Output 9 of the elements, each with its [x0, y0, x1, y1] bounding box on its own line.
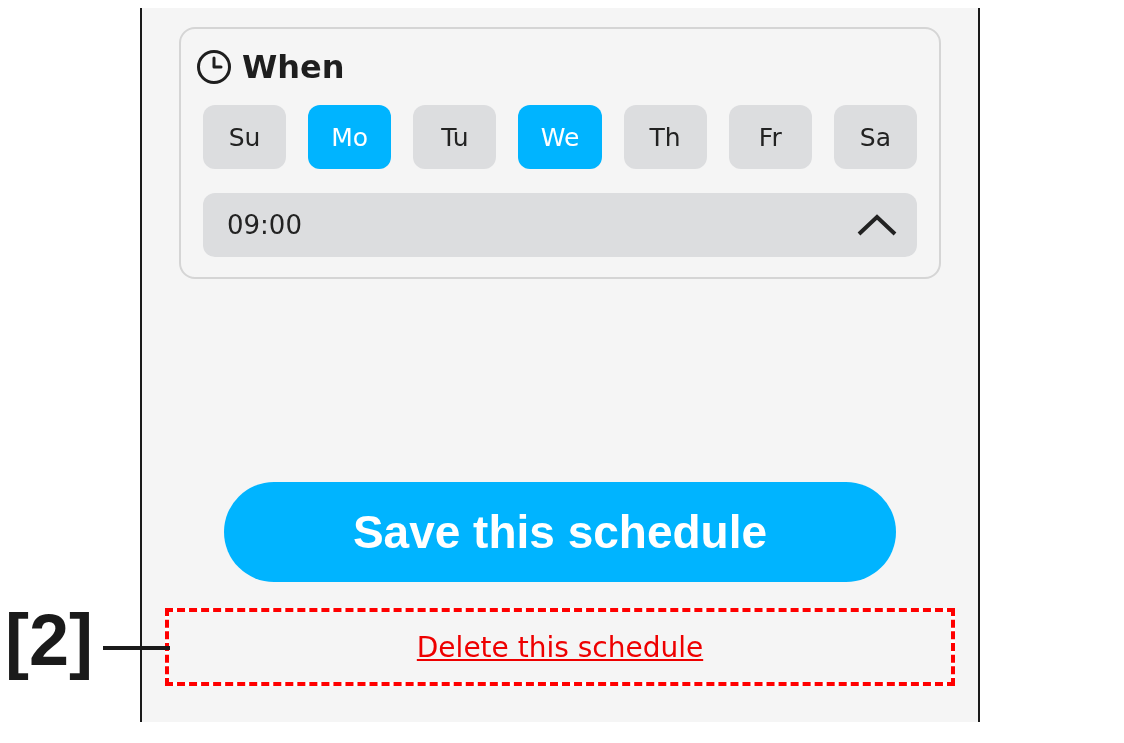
- day-toggle[interactable]: Th: [623, 105, 707, 169]
- delete-link[interactable]: Delete this schedule: [416, 630, 704, 664]
- day-toggle[interactable]: Su: [203, 105, 287, 169]
- time-select[interactable]: 09:00: [203, 193, 917, 257]
- day-toggle[interactable]: Sa: [833, 105, 917, 169]
- day-toggle[interactable]: Fr: [728, 105, 812, 169]
- section-title: When: [242, 49, 345, 85]
- day-toggle[interactable]: Tu: [413, 105, 497, 169]
- clock-icon: [197, 50, 231, 84]
